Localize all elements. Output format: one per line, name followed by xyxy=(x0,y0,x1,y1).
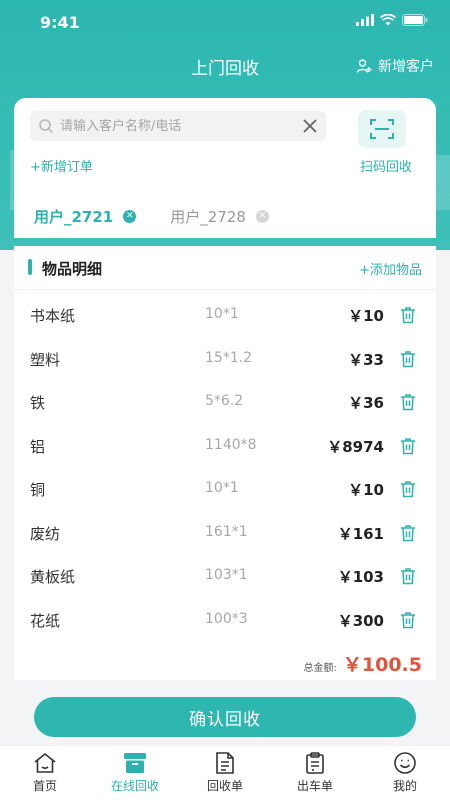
delete-icon[interactable] xyxy=(400,306,416,324)
document-icon xyxy=(213,752,237,774)
box-icon xyxy=(123,752,147,774)
item-spec: 5*6.2 xyxy=(205,393,244,409)
item-spec: 15*1.2 xyxy=(205,349,253,366)
status-time: 9:41 xyxy=(40,13,80,32)
item-price: ￥10 xyxy=(348,481,384,499)
tab-label: 首页 xyxy=(32,779,57,793)
remove-user-icon[interactable]: ✕ xyxy=(255,210,269,223)
wifi-icon xyxy=(380,14,396,26)
confirm-recycle-button[interactable]: 确认回收 xyxy=(34,697,416,737)
battery-icon xyxy=(402,14,428,26)
user-tab-2721[interactable]: 用户_2721 ✕ xyxy=(34,206,137,227)
user-tab-label: 用户_2721 xyxy=(34,208,114,226)
clipboard-icon xyxy=(303,752,327,774)
item-row: 书本纸 10*1 ￥10 xyxy=(14,294,436,338)
items-card: 物品明细 +添加物品 书本纸 10*1 ￥10 塑料 15*1.2 ￥33 铁 5*6.2 ￥3… xyxy=(14,246,436,680)
total-amount: 总金额: ￥100.5 xyxy=(304,650,422,677)
delete-icon[interactable] xyxy=(400,393,416,411)
item-price: ￥300 xyxy=(337,611,384,630)
user-tab-2728[interactable]: 用户_2728 ✕ xyxy=(170,206,269,227)
item-spec: 10*1 xyxy=(205,480,239,496)
new-order-link[interactable]: +新增订单 xyxy=(30,156,93,175)
item-spec: 100*3 xyxy=(205,610,248,627)
item-name: 铁 xyxy=(30,394,46,412)
tab-label: 在线回收 xyxy=(110,779,159,793)
delete-icon[interactable] xyxy=(400,480,416,498)
item-row: 铝 1140*8 ￥8974 xyxy=(14,425,436,469)
cellular-signal-icon xyxy=(356,14,374,26)
item-row: 铁 5*6.2 ￥36 xyxy=(14,381,436,425)
scan-icon xyxy=(370,119,394,139)
delete-icon[interactable] xyxy=(400,437,416,455)
status-bar: 9:41 xyxy=(0,0,450,44)
items-list: 书本纸 10*1 ￥10 塑料 15*1.2 ￥33 铁 5*6.2 ￥36 铝 1140*8 ￥89… xyxy=(14,294,436,642)
add-customer-label: 新增客户 xyxy=(378,59,434,75)
delete-icon[interactable] xyxy=(400,611,416,629)
tab-clipboard[interactable]: 出车单 xyxy=(270,746,360,800)
delete-icon[interactable] xyxy=(400,350,416,368)
item-name: 铜 xyxy=(30,481,46,499)
item-spec: 103*1 xyxy=(205,567,248,583)
tab-document[interactable]: 回收单 xyxy=(180,746,270,800)
item-name: 塑料 xyxy=(30,350,61,369)
item-row: 花纸 100*3 ￥300 xyxy=(14,599,436,643)
scan-button[interactable] xyxy=(358,110,406,148)
item-row: 黄板纸 103*1 ￥103 xyxy=(14,555,436,599)
delete-icon[interactable] xyxy=(400,567,416,585)
search-box xyxy=(30,111,326,141)
item-row: 废纺 161*1 ￥161 xyxy=(14,512,436,556)
total-label: 总金额: xyxy=(303,663,337,674)
items-header: 物品明细 +添加物品 xyxy=(14,246,436,290)
item-spec: 161*1 xyxy=(205,523,248,540)
item-name: 书本纸 xyxy=(30,307,76,325)
tab-label: 出车单 xyxy=(296,779,333,793)
search-icon xyxy=(39,119,54,134)
tab-box[interactable]: 在线回收 xyxy=(90,746,180,800)
remove-user-icon[interactable]: ✕ xyxy=(123,210,137,223)
tab-label: 我的 xyxy=(392,779,417,793)
item-price: ￥33 xyxy=(348,350,384,369)
item-name: 铝 xyxy=(30,437,46,456)
tab-home[interactable]: 首页 xyxy=(0,746,90,800)
smile-icon xyxy=(393,752,417,774)
user-tab-label: 用户_2728 xyxy=(170,208,246,226)
add-user-icon xyxy=(356,59,372,73)
delete-icon[interactable] xyxy=(400,524,416,542)
item-name: 花纸 xyxy=(30,611,61,630)
item-price: ￥161 xyxy=(337,524,384,543)
item-spec: 1140*8 xyxy=(205,436,257,453)
user-tabs: 用户_2721 ✕ 用户_2728 ✕ xyxy=(34,206,269,227)
section-accent-bar xyxy=(28,259,32,275)
search-input[interactable] xyxy=(60,118,302,134)
item-spec: 10*1 xyxy=(205,306,239,322)
home-icon xyxy=(33,752,57,774)
clear-icon[interactable] xyxy=(302,118,318,134)
item-name: 废纺 xyxy=(30,524,61,543)
tab-smile[interactable]: 我的 xyxy=(360,746,450,800)
scan-recycle-link[interactable]: 扫码回收 xyxy=(360,156,412,175)
bottom-tab-bar: 首页 在线回收 回收单 出车单 我的 xyxy=(0,745,450,800)
item-price: ￥8974 xyxy=(327,437,384,456)
add-customer-button[interactable]: 新增客户 xyxy=(356,56,434,76)
status-icons xyxy=(356,14,428,26)
total-value: ￥100.5 xyxy=(342,654,422,676)
item-name: 黄板纸 xyxy=(30,568,76,586)
add-item-link[interactable]: +添加物品 xyxy=(359,259,422,278)
section-title: 物品明细 xyxy=(42,260,103,278)
item-price: ￥10 xyxy=(348,307,384,325)
item-row: 塑料 15*1.2 ￥33 xyxy=(14,338,436,382)
item-price: ￥103 xyxy=(337,568,384,586)
item-row: 铜 10*1 ￥10 xyxy=(14,468,436,512)
tab-label: 回收单 xyxy=(206,779,243,793)
item-price: ￥36 xyxy=(348,394,384,412)
